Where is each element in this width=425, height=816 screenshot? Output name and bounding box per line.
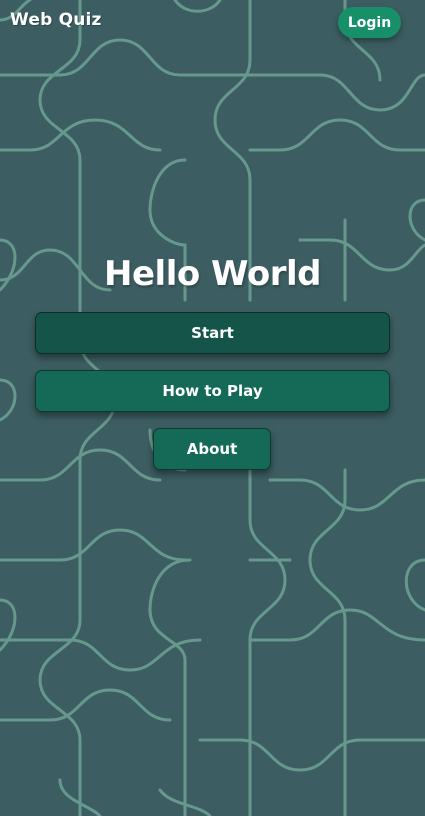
top-bar: Web Quiz Login — [0, 0, 425, 46]
how-to-play-button[interactable]: How to Play — [35, 370, 390, 412]
page-title: Hello World — [104, 254, 321, 294]
start-button[interactable]: Start — [35, 312, 390, 354]
login-button[interactable]: Login — [338, 7, 401, 38]
about-button[interactable]: About — [153, 428, 271, 470]
site-brand[interactable]: Web Quiz — [10, 10, 102, 30]
